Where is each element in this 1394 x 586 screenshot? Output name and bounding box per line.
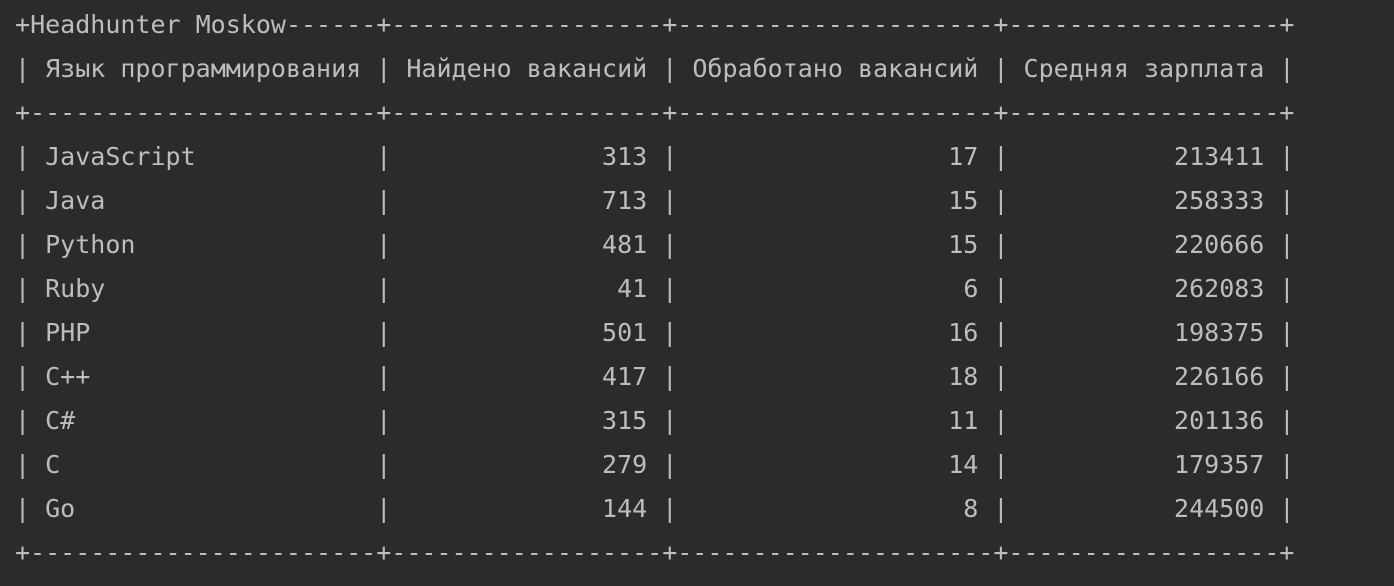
table-cell: 179357 <box>1174 450 1265 479</box>
table-cell: 6 <box>963 274 979 303</box>
table-row: | Java | 713 | 15 | 258333 | <box>15 186 1295 215</box>
table-cell: C# <box>45 406 76 435</box>
table-cell: 213411 <box>1174 142 1265 171</box>
table-cell: 18 <box>948 362 979 391</box>
table-cell: 417 <box>602 362 648 391</box>
table-cell: 15 <box>948 186 979 215</box>
table-cell: Go <box>45 494 76 523</box>
table-cell: 41 <box>617 274 648 303</box>
table-border-bottom: +-----------------------+---------------… <box>15 538 1295 567</box>
table-cell: 16 <box>948 318 979 347</box>
table-cell: PHP <box>45 318 91 347</box>
table-cell: 11 <box>948 406 979 435</box>
table-cell: 8 <box>963 494 979 523</box>
table-cell: 220666 <box>1174 230 1265 259</box>
table-cell: 198375 <box>1174 318 1265 347</box>
table-row: | C | 279 | 14 | 179357 | <box>15 450 1295 479</box>
table-cell: 226166 <box>1174 362 1265 391</box>
table-row: | Python | 481 | 15 | 220666 | <box>15 230 1295 259</box>
table-cell: 481 <box>602 230 648 259</box>
table-cell: 258333 <box>1174 186 1265 215</box>
table-cell: 17 <box>948 142 979 171</box>
table-row: | C# | 315 | 11 | 201136 | <box>15 406 1295 435</box>
column-header: Найдено вакансий <box>406 54 648 83</box>
table-cell: 144 <box>602 494 648 523</box>
table-cell: 313 <box>602 142 648 171</box>
table-cell: 279 <box>602 450 648 479</box>
table-row: | JavaScript | 313 | 17 | 213411 | <box>15 142 1295 171</box>
table-title: Headhunter Moskow <box>30 10 286 39</box>
table-cell: 315 <box>602 406 648 435</box>
table-cell: 501 <box>602 318 648 347</box>
terminal-output: +Headhunter Moskow------+---------------… <box>15 3 1294 575</box>
table-row: | PHP | 501 | 16 | 198375 | <box>15 318 1295 347</box>
column-header: Обработано вакансий <box>692 54 979 83</box>
table-cell: Ruby <box>45 274 106 303</box>
column-header: Язык программирования <box>45 54 362 83</box>
column-header: Средняя зарплата <box>1023 54 1265 83</box>
table-cell: 244500 <box>1174 494 1265 523</box>
table-cell: C++ <box>45 362 91 391</box>
table-cell: 201136 <box>1174 406 1265 435</box>
table-cell: JavaScript <box>45 142 196 171</box>
table-row: | Ruby | 41 | 6 | 262083 | <box>15 274 1295 303</box>
table-header-row: | Язык программирования | Найдено ваканс… <box>15 54 1295 83</box>
table-cell: Python <box>45 230 136 259</box>
table-cell: Java <box>45 186 106 215</box>
table-cell: C <box>45 450 61 479</box>
table-border-top: +Headhunter Moskow------+---------------… <box>15 10 1295 39</box>
table-cell: 14 <box>948 450 979 479</box>
table-cell: 713 <box>602 186 648 215</box>
table-cell: 15 <box>948 230 979 259</box>
table-cell: 262083 <box>1174 274 1265 303</box>
table-border-header: +-----------------------+---------------… <box>15 98 1295 127</box>
table-row: | Go | 144 | 8 | 244500 | <box>15 494 1295 523</box>
table-row: | C++ | 417 | 18 | 226166 | <box>15 362 1295 391</box>
